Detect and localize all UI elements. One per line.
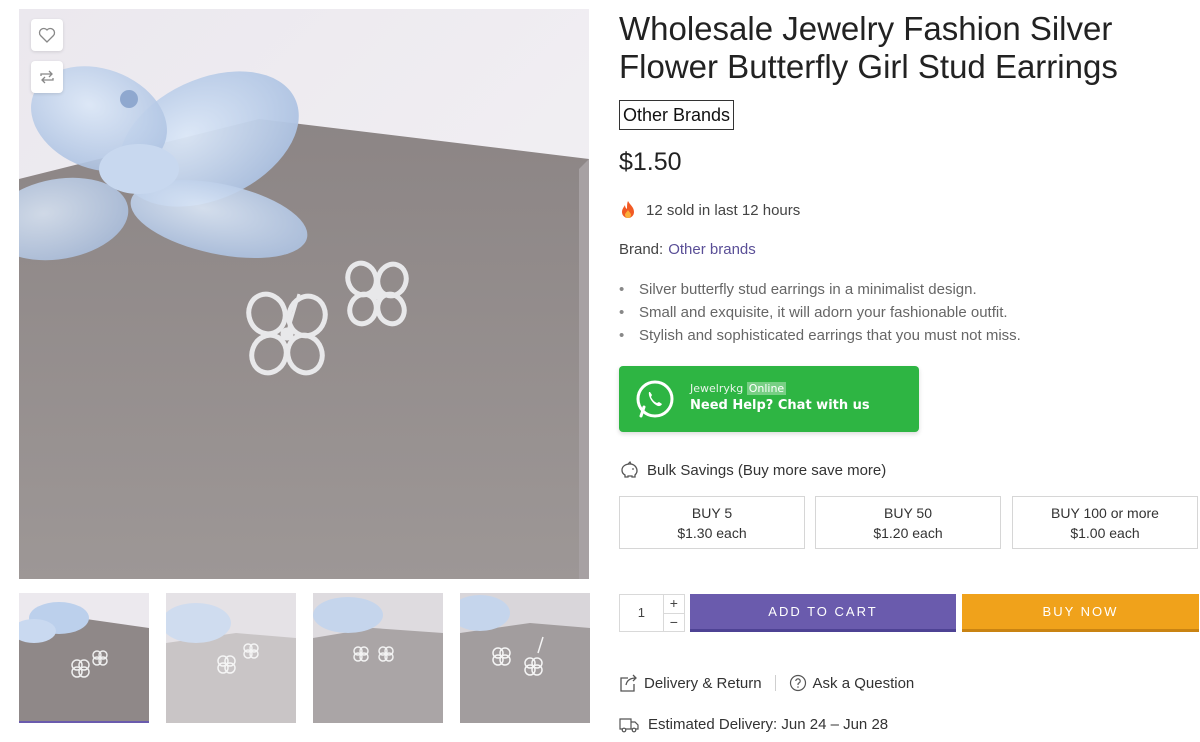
bulk-tier-5[interactable]: BUY 5 $1.30 each (619, 496, 805, 549)
wishlist-button[interactable] (31, 19, 63, 51)
tier-price: $1.00 each (1070, 525, 1140, 541)
delivery-return-link[interactable]: Delivery & Return (619, 674, 762, 692)
truck-icon (619, 717, 639, 732)
whatsapp-name: Jewelrykg (690, 382, 744, 395)
tier-qty: BUY 5 (691, 505, 733, 521)
compare-button[interactable] (31, 61, 63, 93)
bulk-tier-50[interactable]: BUY 50 $1.20 each (815, 496, 1001, 549)
thumbnail-2[interactable] (166, 593, 296, 723)
whatsapp-cta: Need Help? Chat with us (690, 398, 870, 413)
ask-question-label: Ask a Question (812, 674, 915, 692)
question-icon (789, 674, 806, 692)
online-status: Online (746, 382, 787, 395)
divider (774, 675, 776, 691)
brand-line: Brand: Other brands (619, 241, 756, 258)
thumbnail-strip (19, 593, 590, 723)
share-box-icon (620, 674, 637, 692)
thumbnail-1[interactable] (19, 593, 149, 723)
compare-icon (40, 70, 54, 84)
bulk-savings-heading: Bulk Savings (Buy more save more) (619, 461, 886, 479)
quantity-input[interactable]: 1 (620, 595, 663, 631)
buy-now-button[interactable]: BUY NOW (962, 594, 1199, 632)
delivery-return-label: Delivery & Return (644, 674, 762, 692)
product-title: Wholesale Jewelry Fashion Silver Flower … (619, 10, 1118, 85)
quantity-decrease-button[interactable]: − (663, 612, 684, 632)
tier-qty: BUY 100 or more (1051, 505, 1159, 521)
delivery-estimate: Estimated Delivery: Jun 24 – Jun 28 (648, 716, 889, 733)
bulk-tier-100[interactable]: BUY 100 or more $1.00 each (1012, 496, 1198, 549)
sold-text: 12 sold in last 12 hours (646, 201, 801, 219)
thumbnail-3[interactable] (313, 593, 443, 723)
thumbnail-4[interactable] (460, 593, 590, 723)
heart-icon (38, 27, 56, 43)
whatsapp-chat-button[interactable]: Jewelrykg Online Need Help? Chat with us (619, 366, 919, 432)
main-product-image[interactable] (19, 9, 589, 579)
brand-label: Brand: (619, 241, 664, 258)
whatsapp-icon (636, 380, 674, 418)
tier-qty: BUY 50 (884, 505, 932, 521)
feature-list: Silver butterfly stud earrings in a mini… (619, 278, 1021, 347)
product-price: $1.50 (619, 148, 682, 176)
feature-item: Small and exquisite, it will adorn your … (619, 301, 1021, 324)
tier-price: $1.30 each (677, 525, 747, 541)
quantity-stepper: 1 + − (619, 594, 685, 632)
sold-counter: 12 sold in last 12 hours (619, 200, 800, 220)
bulk-heading-text: Bulk Savings (Buy more save more) (647, 461, 887, 479)
feature-item: Silver butterfly stud earrings in a mini… (619, 278, 1021, 301)
add-to-cart-button[interactable]: ADD TO CART (690, 594, 956, 632)
ask-question-link[interactable]: Ask a Question (789, 674, 915, 692)
info-links: Delivery & Return Ask a Question (619, 674, 914, 692)
estimated-delivery: Estimated Delivery: Jun 24 – Jun 28 (619, 716, 888, 733)
feature-item: Stylish and sophisticated earrings that … (619, 324, 1021, 347)
tier-price: $1.20 each (873, 525, 943, 541)
piggy-bank-icon (621, 461, 638, 478)
fire-icon (622, 201, 634, 218)
quantity-increase-button[interactable]: + (664, 595, 684, 613)
brand-badge[interactable]: Other Brands (619, 100, 735, 130)
brand-link[interactable]: Other brands (668, 241, 756, 258)
